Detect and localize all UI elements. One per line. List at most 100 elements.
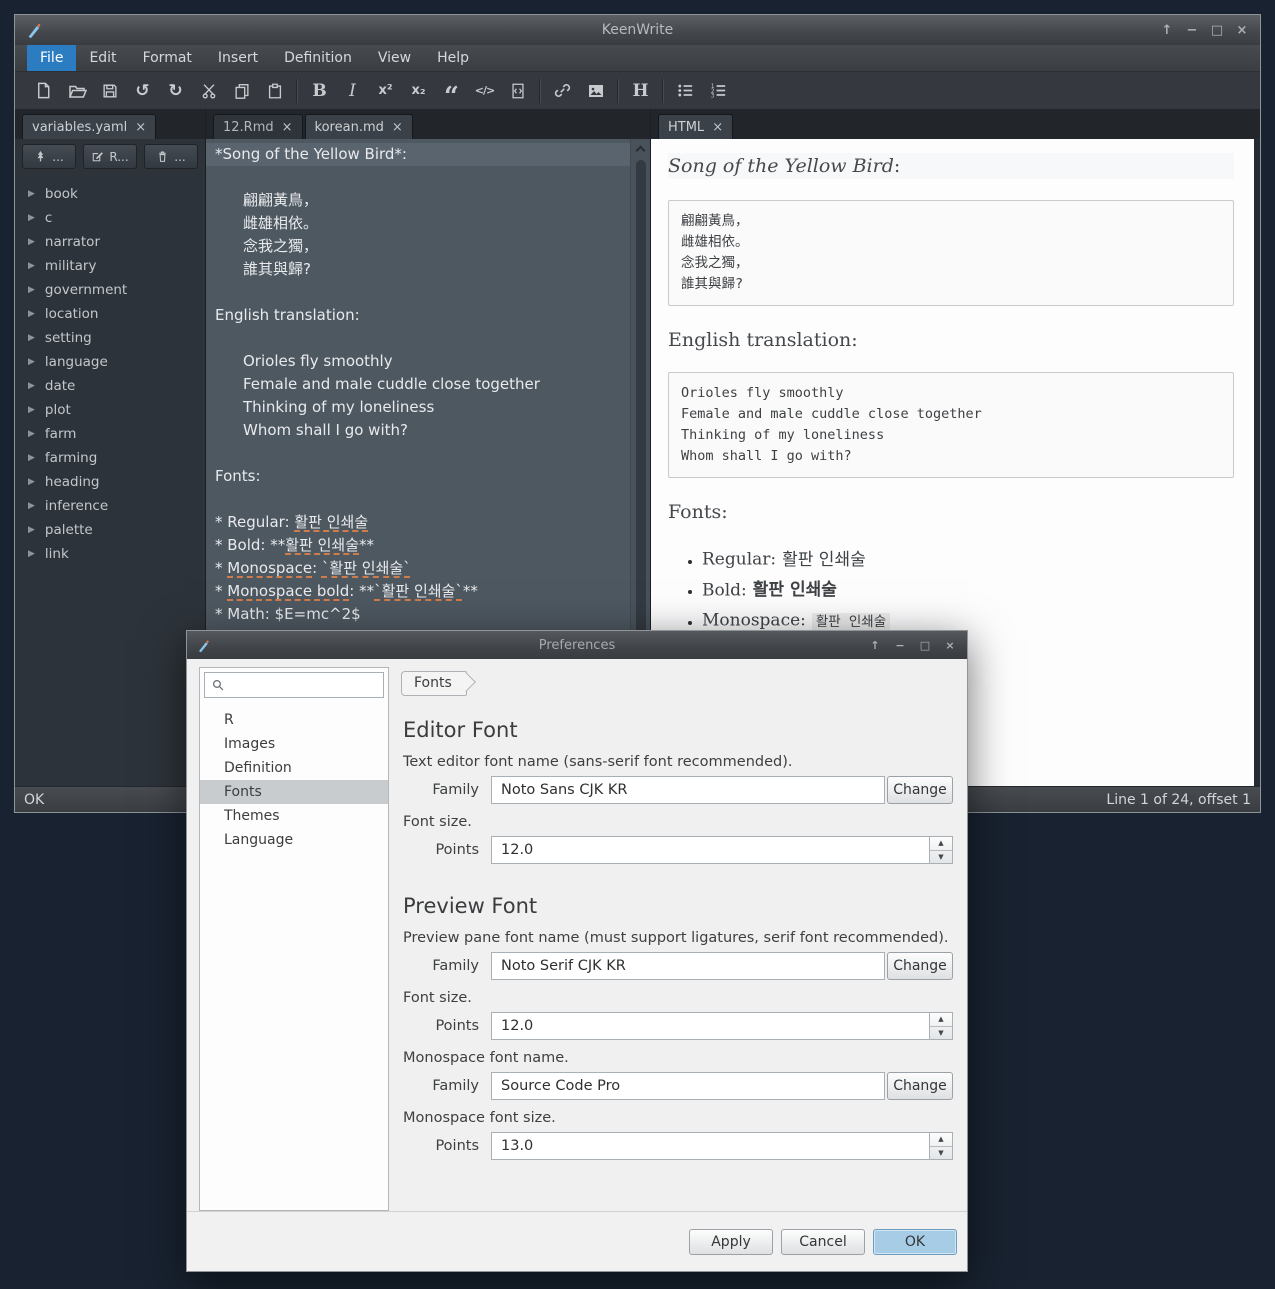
cancel-button[interactable]: Cancel [781,1229,865,1255]
tree-item[interactable]: narrator [15,230,205,254]
expand-arrow-icon[interactable] [28,189,35,199]
menu-definition[interactable]: Definition [271,45,365,71]
tree-item[interactable]: plot [15,398,205,422]
tree-item[interactable]: military [15,254,205,278]
scroll-up-icon[interactable] [636,146,646,156]
monospace-font-change-button[interactable]: Change [887,1072,953,1100]
title-bar[interactable]: KeenWrite ↑ − □ × [15,15,1260,45]
nav-item[interactable]: R [200,708,388,732]
tab-variables-yaml[interactable]: variables.yaml [22,114,156,139]
apply-button[interactable]: Apply [689,1229,773,1255]
editor-line[interactable]: Orioles fly smoothly [206,350,630,373]
copy-icon[interactable] [225,77,258,105]
breadcrumb[interactable]: Fonts [401,671,467,696]
editor-line[interactable] [206,442,630,465]
menu-edit[interactable]: Edit [76,45,129,71]
nav-item[interactable]: Language [200,828,388,852]
expand-arrow-icon[interactable] [28,453,35,463]
image-icon[interactable] [579,77,612,105]
editor-line[interactable] [206,327,630,350]
expand-tree-button[interactable]: ... [22,144,76,169]
monospace-font-points-field[interactable] [491,1132,930,1160]
monospace-font-family-field[interactable] [491,1072,885,1100]
expand-arrow-icon[interactable] [28,237,35,247]
nav-item[interactable]: Themes [200,804,388,828]
menu-insert[interactable]: Insert [205,45,271,71]
maximize-icon[interactable]: □ [1209,22,1225,38]
editor-line[interactable]: * Regular: 활판 인쇄술 [206,511,630,534]
tree-item[interactable]: palette [15,518,205,542]
tab-html[interactable]: HTML [658,114,733,139]
expand-arrow-icon[interactable] [28,549,35,559]
editor-font-points-field[interactable] [491,836,930,864]
tree-item[interactable]: farming [15,446,205,470]
editor-line[interactable]: English translation: [206,304,630,327]
expand-arrow-icon[interactable] [28,261,35,271]
paste-icon[interactable] [258,77,291,105]
spinner-up-icon[interactable]: ▲ [930,1013,952,1026]
editor-font-family-field[interactable] [491,776,885,804]
editor-font-change-button[interactable]: Change [887,776,953,804]
editor-line[interactable]: Whom shall I go with? [206,419,630,442]
preview-font-family-field[interactable] [491,952,885,980]
new-file-icon[interactable] [27,77,60,105]
undo-icon[interactable]: ↺ [126,77,159,105]
tree-item[interactable]: c [15,206,205,230]
tab-close-icon[interactable] [135,120,146,135]
tab-close-icon[interactable] [282,120,293,135]
open-file-icon[interactable] [60,77,93,105]
editor-line[interactable]: * Math: $E=mc^2$ [206,603,630,626]
save-icon[interactable] [93,77,126,105]
preview-font-change-button[interactable]: Change [887,952,953,980]
nav-item[interactable]: Definition [200,756,388,780]
tree-item[interactable]: government [15,278,205,302]
expand-arrow-icon[interactable] [28,501,35,511]
tree-item[interactable]: language [15,350,205,374]
editor-line[interactable] [206,281,630,304]
editor-line[interactable]: Thinking of my loneliness [206,396,630,419]
preview-font-points-field[interactable] [491,1012,930,1040]
heading-icon[interactable]: H [624,77,657,105]
editor-line[interactable]: * Bold: **활판 인쇄술** [206,534,630,557]
tree-item[interactable]: heading [15,470,205,494]
tree-item[interactable]: book [15,182,205,206]
tree-item[interactable]: link [15,542,205,566]
expand-arrow-icon[interactable] [28,309,35,319]
tree-item[interactable]: location [15,302,205,326]
minimize-icon[interactable]: − [892,637,908,653]
expand-arrow-icon[interactable] [28,213,35,223]
link-icon[interactable] [546,77,579,105]
tree-item[interactable]: date [15,374,205,398]
editor-line[interactable] [206,488,630,511]
spinner-down-icon[interactable]: ▼ [930,850,952,864]
tree-item[interactable]: setting [15,326,205,350]
expand-arrow-icon[interactable] [28,477,35,487]
numbered-list-icon[interactable]: 1 2 3 [702,77,735,105]
editor-line[interactable]: *Song of the Yellow Bird*: [206,143,630,166]
editor-line[interactable]: Female and male cuddle close together [206,373,630,396]
expand-arrow-icon[interactable] [28,285,35,295]
editor-line[interactable]: * Monospace bold: **`활판 인쇄술`** [206,580,630,603]
shade-window-icon[interactable]: ↑ [867,637,883,653]
preview-scrollbar[interactable] [1254,139,1260,786]
editor-line[interactable] [206,166,630,189]
rename-definition-button[interactable]: R... [83,144,137,169]
cut-icon[interactable] [192,77,225,105]
code-block-icon[interactable] [501,77,534,105]
editor-line[interactable]: Fonts: [206,465,630,488]
menu-help[interactable]: Help [424,45,482,71]
redo-icon[interactable]: ↻ [159,77,192,105]
tab-close-icon[interactable] [392,120,403,135]
tab-korean-md[interactable]: korean.md [305,114,413,139]
tab-12rmd[interactable]: 12.Rmd [213,114,303,139]
expand-arrow-icon[interactable] [28,429,35,439]
bold-icon[interactable]: B [303,77,336,105]
tree-item[interactable]: inference [15,494,205,518]
expand-arrow-icon[interactable] [28,381,35,391]
menu-view[interactable]: View [365,45,424,71]
preferences-search[interactable] [204,672,384,698]
menu-file[interactable]: File [27,45,76,71]
expand-arrow-icon[interactable] [28,405,35,415]
expand-arrow-icon[interactable] [28,357,35,367]
spinner-down-icon[interactable]: ▼ [930,1146,952,1160]
